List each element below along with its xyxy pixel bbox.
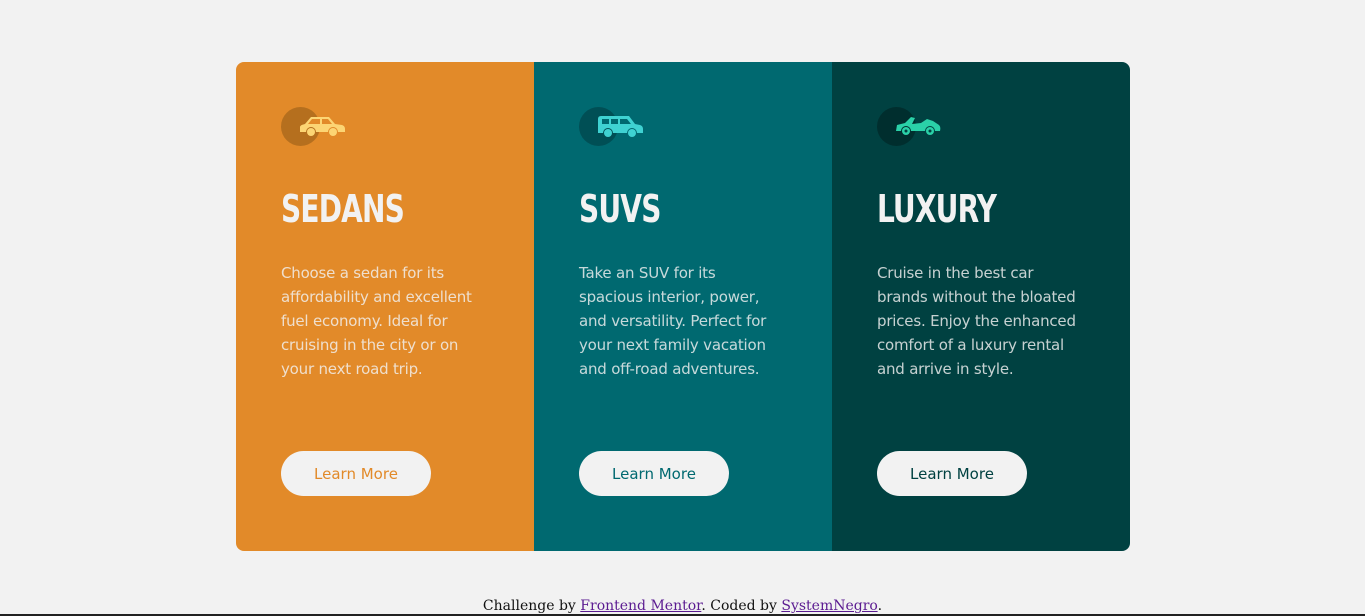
attribution: Challenge by Frontend Mentor. Coded by S… [0,596,1365,616]
author-link[interactable]: SystemNegro [781,598,877,614]
card-description: Cruise in the best car brands without th… [877,264,1076,378]
attribution-suffix: . [877,598,883,614]
sedan-car-svg [300,117,345,136]
card-description: Take an SUV for its spacious interior, p… [579,264,767,378]
frontend-mentor-link[interactable]: Frontend Mentor [580,598,701,614]
card-title: SUVs [579,187,661,231]
card-description: Choose a sedan for its affordability and… [281,264,472,378]
cards-container: Sedans Choose a sedan for its affordabil… [236,62,1130,551]
learn-more-button[interactable]: Learn More [579,451,729,496]
card-suvs: SUVs Take an SUV for its spacious interi… [534,62,832,551]
luxury-car-icon [877,107,947,147]
learn-more-button[interactable]: Learn More [877,451,1027,496]
attribution-middle: . Coded by [701,598,782,614]
suv-car-icon [579,107,649,147]
card-sedans: Sedans Choose a sedan for its affordabil… [236,62,534,551]
sedan-car-icon [281,107,351,147]
card-title: Sedans [281,187,405,231]
card-title: Luxury [877,187,997,231]
card-luxury: Luxury Cruise in the best car brands wit… [832,62,1130,551]
suv-car-svg [598,116,643,137]
luxury-car-svg [896,117,941,135]
learn-more-button[interactable]: Learn More [281,451,431,496]
attribution-prefix: Challenge by [482,598,581,614]
